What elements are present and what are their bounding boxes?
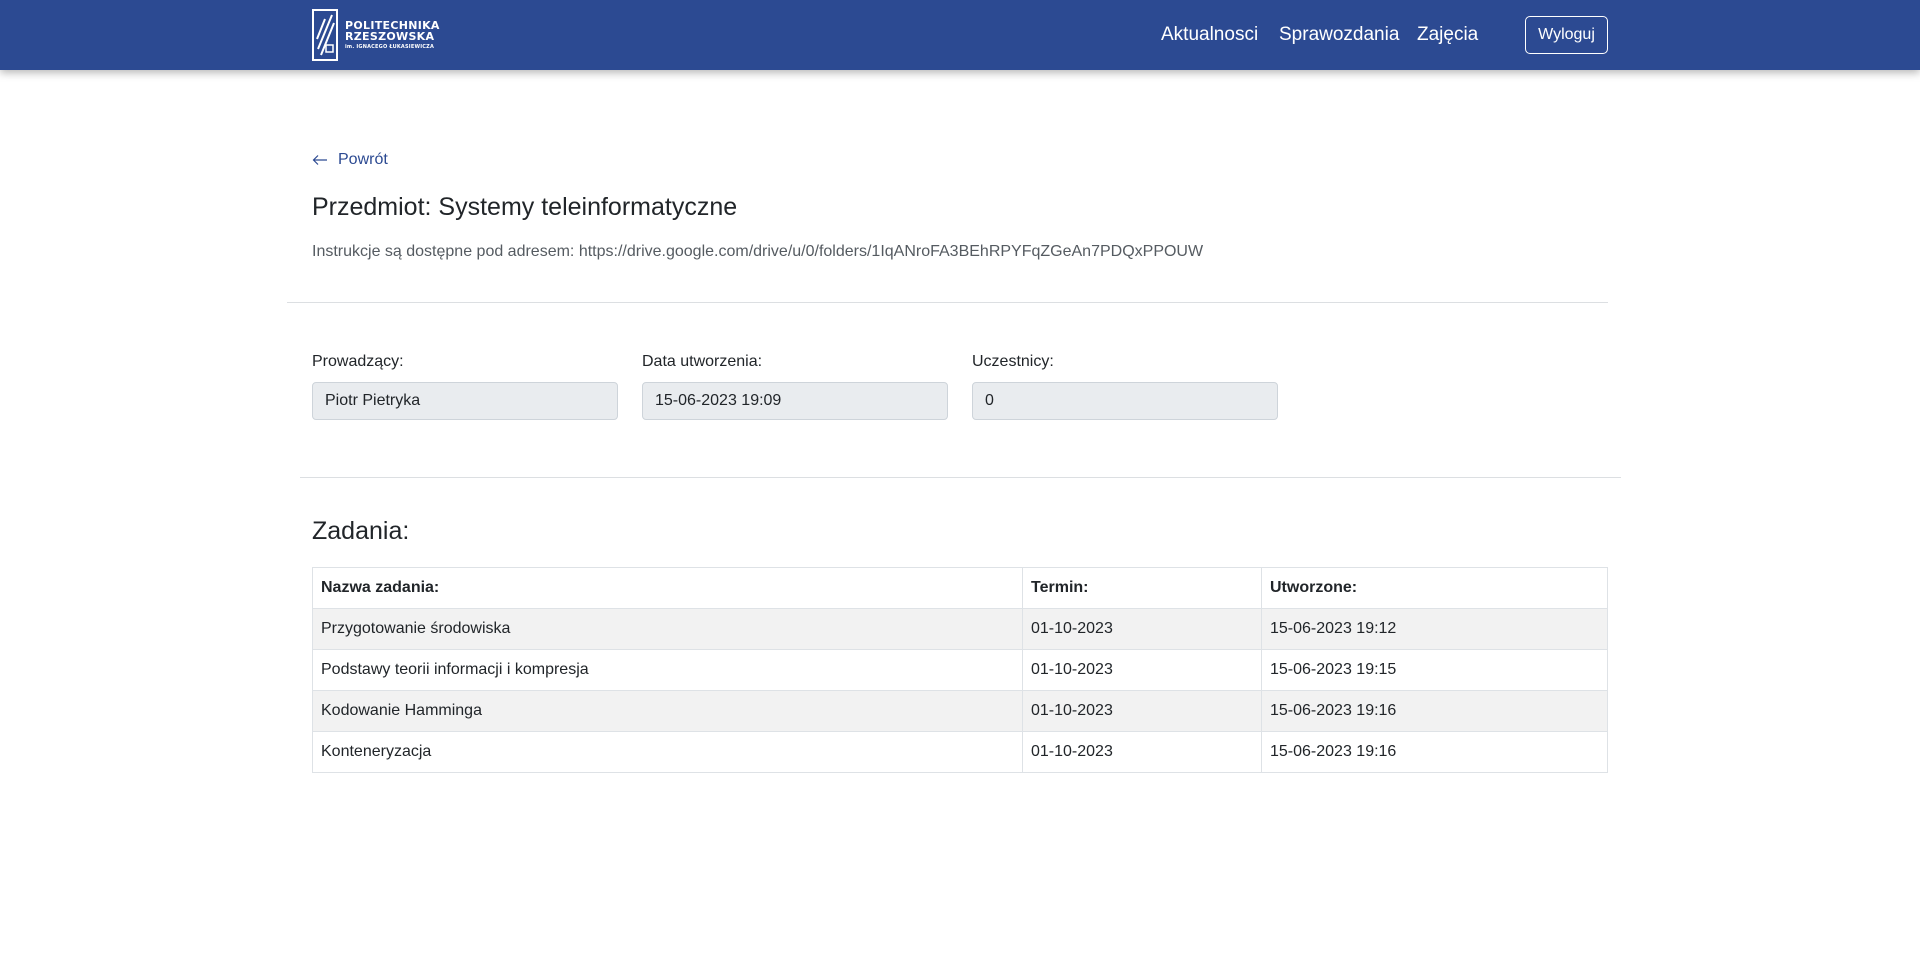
task-created-cell: 15-06-2023 19:15 <box>1261 649 1608 691</box>
logout-button[interactable]: Wyloguj <box>1525 16 1608 54</box>
task-due-cell: 01-10-2023 <box>1022 690 1262 732</box>
column-header-due-date: Termin: <box>1022 567 1262 609</box>
task-name-cell: Podstawy teorii informacji i kompresja <box>312 649 1023 691</box>
teacher-input[interactable] <box>312 382 618 420</box>
task-due-cell: 01-10-2023 <box>1022 649 1262 691</box>
nav-link-reports[interactable]: Sprawozdania <box>1279 24 1399 46</box>
table-row[interactable]: Podstawy teorii informacji i kompresja 0… <box>312 649 1608 691</box>
section-divider <box>287 302 1608 303</box>
table-row[interactable]: Przygotowanie środowiska 01-10-2023 15-0… <box>312 608 1608 650</box>
task-due-cell: 01-10-2023 <box>1022 608 1262 650</box>
table-row[interactable]: Kodowanie Hamminga 01-10-2023 15-06-2023… <box>312 690 1608 732</box>
tasks-table: Nazwa zadania: Termin: Utworzone: Przygo… <box>312 567 1608 773</box>
teacher-field-group: Prowadzący: <box>312 353 618 420</box>
task-name-cell: Przygotowanie środowiska <box>312 608 1023 650</box>
participants-field-group: Uczestnicy: <box>972 353 1278 420</box>
page-title: Przedmiot: Systemy teleinformatyczne <box>312 193 738 221</box>
top-navbar: POLITECHNIKA RZESZOWSKA im. IGNACEGO ŁUK… <box>0 0 1920 70</box>
column-header-task-name: Nazwa zadania: <box>312 567 1023 609</box>
task-name-cell: Kodowanie Hamminga <box>312 690 1023 732</box>
instructions-text: Instrukcje są dostępne pod adresem: http… <box>312 243 1204 260</box>
brand-name-line3: im. IGNACEGO ŁUKASIEWICZA <box>345 43 435 50</box>
column-header-created: Utworzone: <box>1261 567 1608 609</box>
back-link-label: Powrót <box>338 151 388 168</box>
university-logo-icon <box>312 9 338 61</box>
task-created-cell: 15-06-2023 19:16 <box>1261 690 1608 732</box>
created-date-input[interactable] <box>642 382 948 420</box>
brand-logo-link[interactable]: POLITECHNIKA RZESZOWSKA im. IGNACEGO ŁUK… <box>312 9 440 61</box>
participants-input[interactable] <box>972 382 1278 420</box>
nav-link-classes[interactable]: Zajęcia <box>1417 24 1478 46</box>
arrow-left-icon <box>312 155 327 165</box>
section-divider <box>300 477 1621 478</box>
created-date-label: Data utworzenia: <box>642 353 763 370</box>
teacher-label: Prowadzący: <box>312 353 404 370</box>
task-created-cell: 15-06-2023 19:16 <box>1261 731 1608 773</box>
table-row[interactable]: Konteneryzacja 01-10-2023 15-06-2023 19:… <box>312 731 1608 773</box>
task-due-cell: 01-10-2023 <box>1022 731 1262 773</box>
task-name-cell: Konteneryzacja <box>312 731 1023 773</box>
brand-name-line2: RZESZOWSKA <box>345 30 435 44</box>
task-created-cell: 15-06-2023 19:12 <box>1261 608 1608 650</box>
created-date-field-group: Data utworzenia: <box>642 353 948 420</box>
back-link[interactable]: Powrót <box>312 151 388 169</box>
brand-text: POLITECHNIKA RZESZOWSKA im. IGNACEGO ŁUK… <box>345 20 440 50</box>
participants-label: Uczestnicy: <box>972 353 1054 370</box>
tasks-heading: Zadania: <box>312 517 410 545</box>
nav-link-news[interactable]: Aktualnosci <box>1161 24 1258 46</box>
table-header-row: Nazwa zadania: Termin: Utworzone: <box>312 567 1608 609</box>
